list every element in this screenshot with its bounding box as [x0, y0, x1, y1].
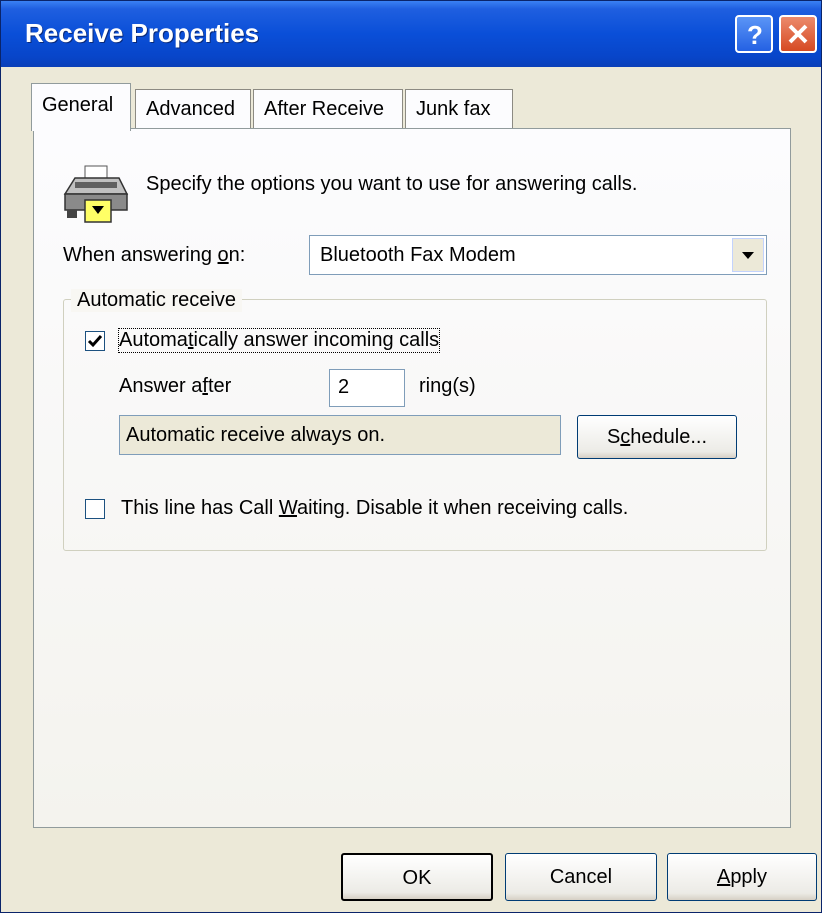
tab-after-receive[interactable]: After Receive	[253, 89, 403, 129]
automatic-receive-group-title: Automatic receive	[71, 289, 242, 312]
call-waiting-checkbox[interactable]	[85, 499, 105, 519]
ok-button[interactable]: OK	[341, 853, 493, 901]
rings-value: 2	[338, 376, 350, 398]
fax-machine-icon	[63, 165, 129, 223]
tab-advanced[interactable]: Advanced	[135, 89, 251, 129]
intro-text: Specify the options you want to use for …	[146, 173, 638, 195]
close-button[interactable]	[779, 15, 817, 53]
cancel-button[interactable]: Cancel	[505, 853, 657, 901]
auto-answer-label[interactable]: Automatically answer incoming calls	[117, 328, 441, 353]
tab-junk-fax[interactable]: Junk fax	[405, 89, 513, 129]
checkmark-icon	[87, 335, 103, 348]
dropdown-arrow-button[interactable]	[732, 238, 764, 272]
rings-input[interactable]: 2	[329, 369, 405, 407]
answering-device-value: Bluetooth Fax Modem	[320, 244, 516, 266]
chevron-down-icon	[742, 252, 754, 259]
receive-properties-dialog: Receive Properties ? General Advanced Af…	[0, 0, 822, 913]
window-title: Receive Properties	[25, 18, 260, 48]
title-bar[interactable]: Receive Properties ?	[1, 1, 821, 67]
call-waiting-label[interactable]: This line has Call Waiting. Disable it w…	[121, 497, 628, 520]
rings-unit-label: ring(s)	[419, 375, 476, 397]
receive-status-field: Automatic receive always on.	[119, 415, 561, 455]
help-button[interactable]: ?	[735, 15, 773, 53]
answer-after-label: Answer after	[119, 375, 232, 397]
answering-on-label: When answering on:	[63, 244, 246, 266]
tab-general[interactable]: General	[31, 83, 131, 131]
receive-status-text: Automatic receive always on.	[126, 424, 386, 446]
apply-button[interactable]: Apply	[667, 853, 817, 901]
auto-answer-checkbox[interactable]	[85, 331, 105, 351]
close-icon	[788, 24, 808, 44]
schedule-button[interactable]: Schedule...	[577, 415, 737, 459]
help-icon: ?	[747, 20, 763, 50]
answering-device-select[interactable]: Bluetooth Fax Modem	[309, 235, 767, 275]
svg-text:?: ?	[747, 20, 763, 50]
